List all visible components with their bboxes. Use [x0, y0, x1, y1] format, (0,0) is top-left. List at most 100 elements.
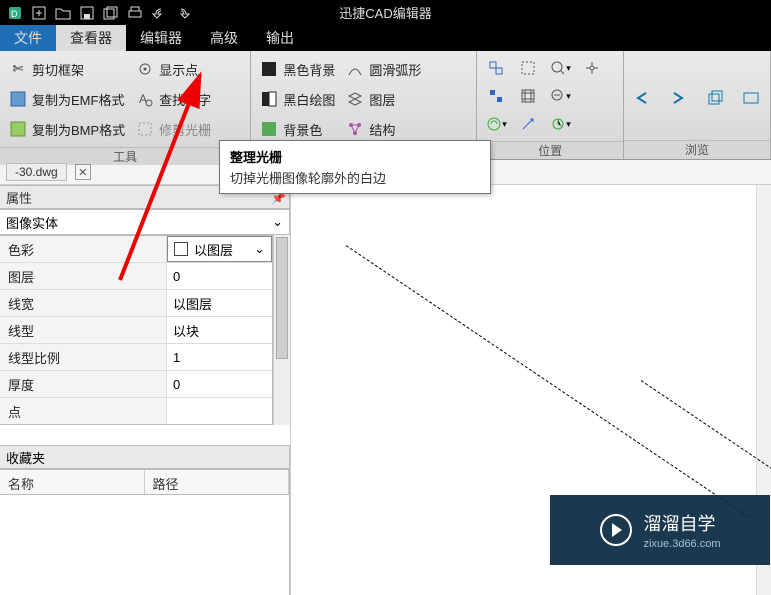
pos-btn-6[interactable]: [515, 83, 541, 109]
btn-structure[interactable]: 结构: [343, 115, 425, 143]
scissors-icon: ✄: [10, 61, 26, 77]
bgcolor-icon: [261, 121, 277, 137]
pos-btn-5[interactable]: [483, 83, 509, 109]
play-icon: [599, 513, 633, 547]
btn-copy-bmp[interactable]: 复制为BMP格式: [6, 115, 129, 143]
chevron-down-icon: ⌄: [254, 241, 265, 257]
btn-layer[interactable]: 图层: [343, 85, 425, 113]
label: 显示点: [159, 60, 198, 79]
table-row: 色彩以图层⌄: [0, 236, 272, 263]
save-icon[interactable]: [76, 3, 98, 23]
menu-editor[interactable]: 编辑器: [126, 25, 196, 51]
btn-black-bg[interactable]: 黑色背景: [257, 55, 339, 83]
btn-bg-color[interactable]: 背景色: [257, 115, 339, 143]
tooltip-title: 整理光栅: [230, 147, 480, 166]
label: 黑色背景: [283, 60, 335, 79]
quick-access-toolbar: D: [4, 3, 194, 23]
app-icon: D: [4, 3, 26, 23]
menu-advanced[interactable]: 高级: [196, 25, 252, 51]
btn-clip-frame[interactable]: ✄ 剪切框架: [6, 55, 129, 83]
saveall-icon[interactable]: [100, 3, 122, 23]
bmp-icon: [10, 121, 26, 137]
pos-btn-1[interactable]: [483, 55, 509, 81]
btn-show-point[interactable]: 显示点: [133, 55, 215, 83]
color-select[interactable]: 以图层⌄: [167, 236, 272, 262]
label: 查找文字: [159, 90, 211, 109]
props-title: 属性: [6, 188, 32, 207]
layer-icon: [347, 91, 363, 107]
titlebar: D 迅捷CAD编辑器: [0, 0, 771, 25]
new-icon[interactable]: [28, 3, 50, 23]
group-label-browse: 浏览: [624, 140, 770, 159]
btn-bw-draw[interactable]: 黑白绘图: [257, 85, 339, 113]
undo-icon[interactable]: [148, 3, 170, 23]
props-scrollbar[interactable]: [273, 235, 290, 425]
scrollbar-thumb[interactable]: [276, 237, 288, 359]
print-icon[interactable]: [124, 3, 146, 23]
pos-btn-2[interactable]: [515, 55, 541, 81]
svg-text:D: D: [11, 9, 18, 19]
label: 复制为EMF格式: [32, 90, 124, 109]
black-bg-icon: [261, 61, 277, 77]
pos-btn-8[interactable]: ▾: [483, 111, 509, 137]
favorites-body: [0, 495, 290, 595]
chevron-down-icon: ⌄: [272, 214, 283, 230]
label: 剪切框架: [32, 60, 84, 79]
table-row: 线型比例1: [0, 344, 272, 371]
table-row: 厚度0: [0, 371, 272, 398]
menu-viewer[interactable]: 查看器: [56, 25, 126, 51]
btn-smooth-arc[interactable]: 圆滑弧形: [343, 55, 425, 83]
col-path[interactable]: 路径: [145, 470, 290, 494]
label: 圆滑弧形: [369, 60, 421, 79]
label: 结构: [369, 120, 395, 139]
pos-btn-9[interactable]: [515, 111, 541, 137]
arc-icon: [347, 61, 363, 77]
nav-view[interactable]: [738, 85, 764, 111]
watermark: 溜溜自学 zixue.3d66.com: [550, 495, 770, 565]
btn-trim-raster[interactable]: 修剪光栅: [133, 115, 215, 143]
redo-icon[interactable]: [172, 3, 194, 23]
label: 图层: [369, 90, 395, 109]
side-panel: 属性 📌 图像实体 ⌄ 色彩以图层⌄ 图层0 线宽以图层 线型以块 线型比例1 …: [0, 185, 291, 595]
app-title: 迅捷CAD编辑器: [339, 3, 431, 22]
menu-output[interactable]: 输出: [252, 25, 308, 51]
favorites-header: 收藏夹: [0, 445, 290, 469]
tooltip: 整理光栅 切掉光栅图像轮廓外的白边: [219, 140, 491, 194]
ribbon-group-tools: ✄剪切框架 复制为EMF格式 复制为BMP格式 显示点 A查找文字 修剪光栅 工…: [0, 51, 251, 159]
btn-find-text[interactable]: A 查找文字: [133, 85, 215, 113]
find-icon: A: [137, 91, 153, 107]
watermark-url: zixue.3d66.com: [643, 538, 720, 550]
pos-btn-4[interactable]: [579, 55, 605, 81]
pos-btn-10[interactable]: ▾: [547, 111, 573, 137]
fav-title: 收藏夹: [6, 448, 45, 467]
nav-back[interactable]: [630, 85, 656, 111]
pos-btn-3[interactable]: ▾: [547, 55, 573, 81]
bw-icon: [261, 91, 277, 107]
trim-icon: [137, 121, 153, 137]
tab-close[interactable]: ✕: [75, 164, 91, 180]
pos-btn-7[interactable]: ▾: [547, 83, 573, 109]
point-icon: [137, 61, 153, 77]
label: 背景色: [283, 120, 322, 139]
fav-columns: 名称 路径: [0, 469, 290, 495]
btn-copy-emf[interactable]: 复制为EMF格式: [6, 85, 129, 113]
tooltip-desc: 切掉光栅图像轮廓外的白边: [230, 168, 480, 187]
group-label-position: 位置: [477, 141, 623, 159]
label: 修剪光栅: [159, 120, 211, 139]
table-row: 线宽以图层: [0, 290, 272, 317]
entity-label: 图像实体: [6, 213, 58, 232]
table-row: 图层0: [0, 263, 272, 290]
menu-file[interactable]: 文件: [0, 25, 56, 51]
col-name[interactable]: 名称: [0, 470, 145, 494]
menubar: 文件 查看器 编辑器 高级 输出: [0, 25, 771, 51]
table-row: 点: [0, 398, 272, 424]
open-icon[interactable]: [52, 3, 74, 23]
entity-selector[interactable]: 图像实体 ⌄: [0, 209, 290, 235]
ribbon-group-browse: 浏览: [624, 51, 771, 159]
color-swatch: [174, 242, 188, 256]
watermark-text: 溜溜自学: [643, 510, 720, 536]
doc-tab[interactable]: -30.dwg: [6, 163, 67, 181]
nav-new-window[interactable]: [702, 85, 728, 111]
nav-forward[interactable]: [666, 85, 692, 111]
label: 黑白绘图: [283, 90, 335, 109]
